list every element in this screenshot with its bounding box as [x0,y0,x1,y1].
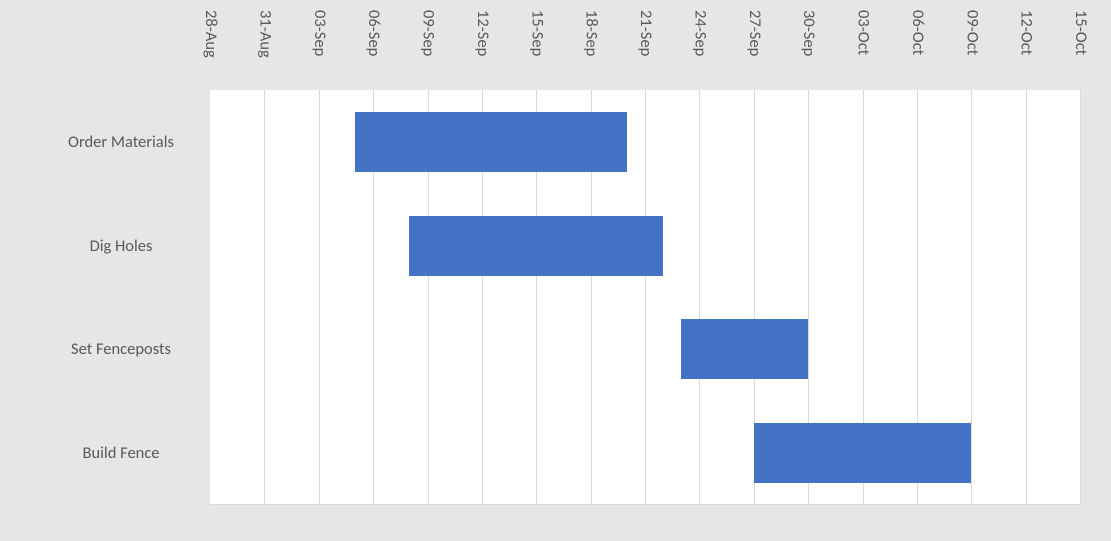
gridline [1080,90,1081,504]
x-axis-tick: 24-Sep [690,10,710,56]
plot-area [210,90,1080,505]
gantt-bar [409,216,663,276]
x-axis-tick: 27-Sep [745,10,765,56]
gantt-bar [355,112,627,172]
gantt-bar [681,319,808,379]
x-axis-tick: 12-Sep [473,10,493,56]
x-axis-tick: 03-Sep [310,10,330,56]
x-axis-tick: 31-Aug [255,10,275,58]
x-axis-tick: 30-Sep [799,10,819,56]
gantt-bar [754,423,972,483]
gantt-chart: 28-Aug 31-Aug 03-Sep 06-Sep 09-Sep 12-Sep 15-S… [0,0,1111,541]
x-axis-tick: 09-Oct [962,10,982,55]
x-axis-tick: 15-Sep [527,10,547,56]
y-axis-tick: Dig Holes [36,236,206,256]
x-axis-tick: 06-Sep [364,10,384,56]
x-axis-tick: 15-Oct [1071,10,1091,55]
x-axis-tick: 21-Sep [636,10,656,56]
gridline [971,90,972,504]
y-axis-tick: Build Fence [36,443,206,463]
gridline [1026,90,1027,504]
y-axis-tick: Order Materials [36,132,206,152]
x-axis-tick: 28-Aug [201,10,221,58]
x-axis-tick: 06-Oct [908,10,928,55]
x-axis-tick: 12-Oct [1017,10,1037,55]
gridline [645,90,646,504]
y-axis-tick: Set Fenceposts [36,339,206,359]
gridline [264,90,265,504]
x-axis-tick: 18-Sep [582,10,602,56]
x-axis-tick: 09-Sep [419,10,439,56]
gridline [699,90,700,504]
x-axis-tick: 03-Oct [854,10,874,55]
gridline [319,90,320,504]
